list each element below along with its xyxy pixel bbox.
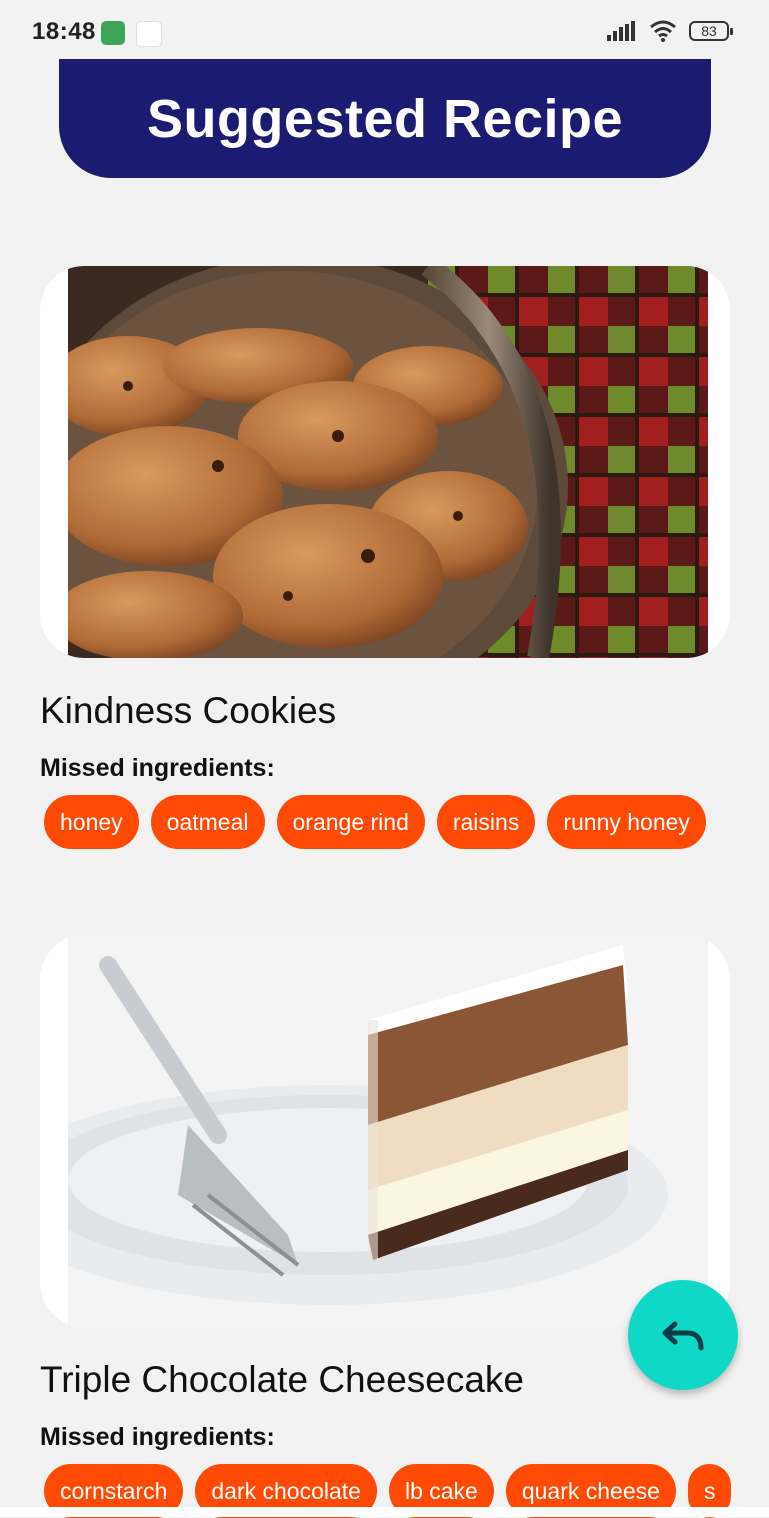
cookies-photo (68, 266, 708, 658)
recipe-image-cheesecake[interactable] (40, 935, 730, 1327)
app-notification-icon-2 (136, 21, 162, 47)
recipe-title[interactable]: Kindness Cookies (40, 690, 730, 732)
cheesecake-photo (68, 935, 708, 1327)
undo-icon (662, 1321, 704, 1351)
status-bar: 18:48 83 (0, 0, 769, 66)
undo-button[interactable] (628, 1280, 738, 1390)
recipe-title[interactable]: Triple Chocolate Cheesecake (40, 1359, 730, 1401)
ingredient-chip[interactable]: orange rind (276, 795, 425, 849)
wifi-icon (650, 20, 676, 42)
signal-icon (607, 21, 635, 41)
page-title: Suggested Recipe (146, 88, 624, 149)
status-time: 18:48 (32, 18, 96, 45)
ingredient-chips: honey oatmeal orange rind raisins runny … (40, 795, 734, 849)
status-indicators: 83 (607, 20, 733, 42)
ingredient-chip[interactable]: honey (44, 795, 139, 849)
missed-ingredients-label: Missed ingredients: (40, 754, 275, 782)
ingredient-chip[interactable]: runny honey (547, 795, 706, 849)
missed-ingredients-label: Missed ingredients: (40, 1423, 275, 1451)
app-notification-icon (101, 21, 125, 45)
ingredient-chip[interactable]: raisins (436, 795, 536, 849)
ingredient-chip[interactable]: oatmeal (150, 795, 265, 849)
recipe-card[interactable]: Triple Chocolate Cheesecake Missed ingre… (40, 935, 732, 1518)
recipe-image-cookies[interactable] (40, 266, 730, 658)
page-header: Suggested Recipe (59, 59, 711, 178)
recipe-card[interactable]: Kindness Cookies Missed ingredients: hon… (40, 266, 730, 849)
bottom-edge (0, 1507, 769, 1517)
battery-icon: 83 (689, 21, 733, 41)
